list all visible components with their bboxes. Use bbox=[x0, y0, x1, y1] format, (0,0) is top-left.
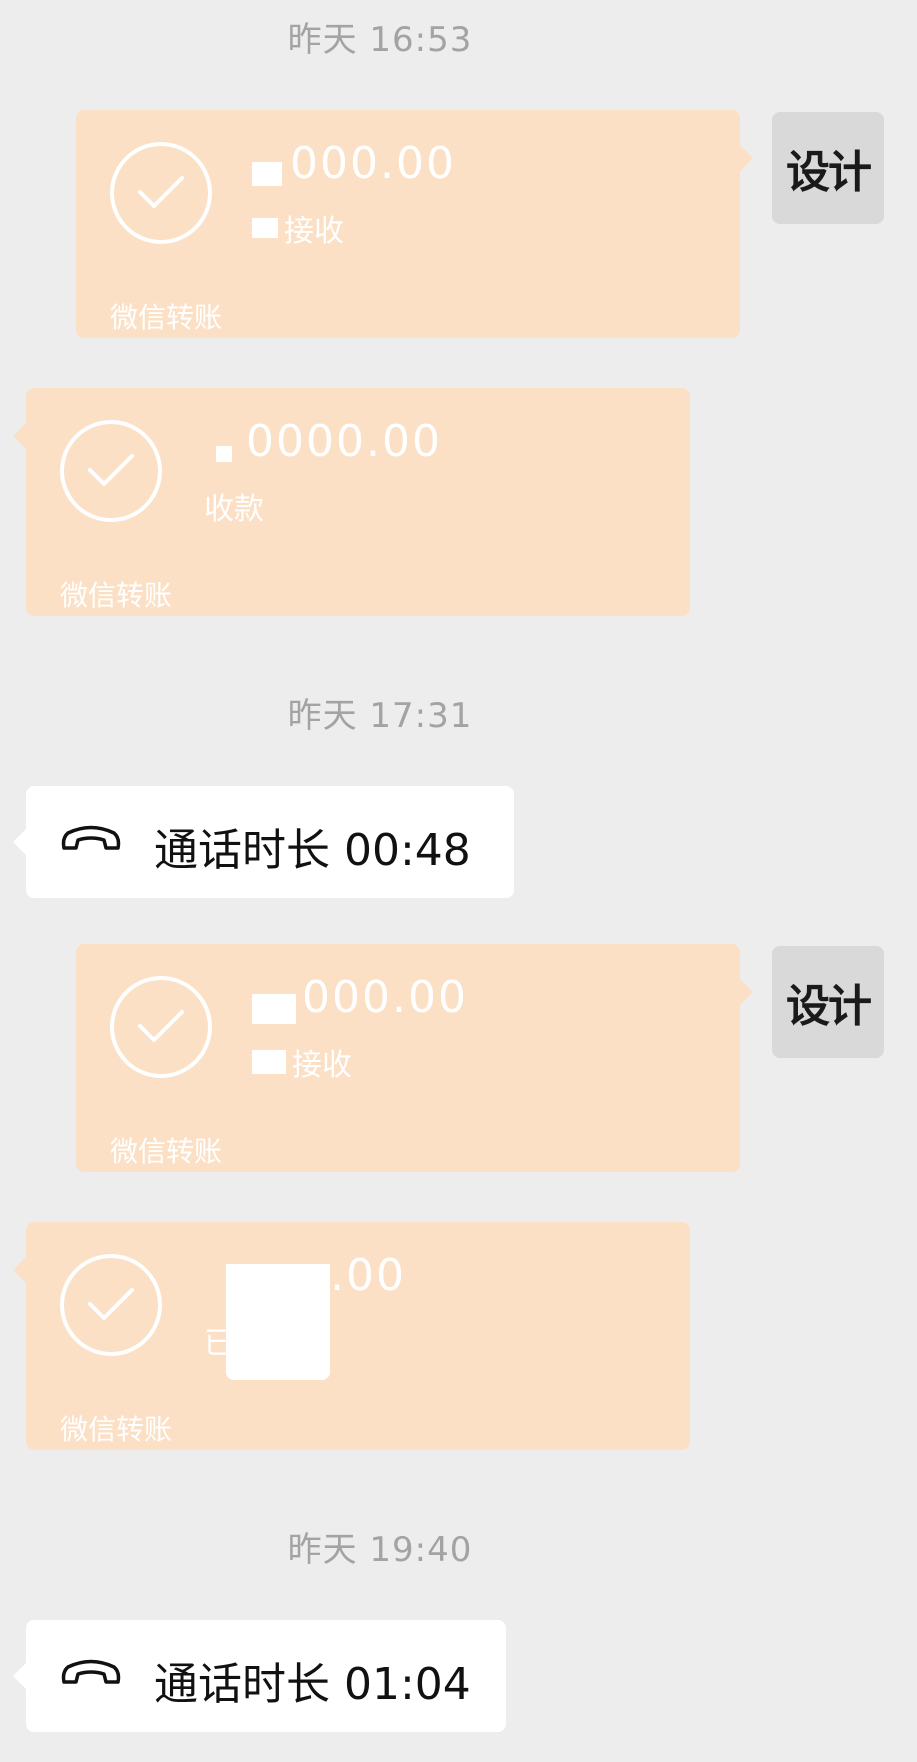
redaction-block bbox=[252, 1050, 286, 1074]
transfer-footer-label: 微信转账 bbox=[110, 301, 223, 334]
redaction-block bbox=[226, 1264, 330, 1380]
transfer-status: 已 bbox=[204, 1326, 234, 1361]
avatar[interactable]: 设计 bbox=[772, 112, 884, 224]
transfer-amount: 0000.00 bbox=[246, 416, 442, 467]
transfer-amount: 000.00 bbox=[302, 972, 468, 1023]
transfer-status: 接收 bbox=[284, 214, 344, 249]
transfer-footer-label: 微信转账 bbox=[60, 579, 173, 612]
transfer-bubble-sent[interactable]: 000.00 接收 微信转账 bbox=[76, 944, 753, 1172]
transfer-amount: .00 bbox=[330, 1250, 406, 1301]
transfer-status: 收款 bbox=[204, 492, 264, 527]
check-circle-icon bbox=[110, 976, 212, 1078]
check-circle-icon bbox=[60, 1254, 162, 1356]
phone-hangup-icon bbox=[61, 1659, 121, 1684]
redaction-block bbox=[252, 218, 278, 238]
call-duration-text: 通话时长 00:48 bbox=[154, 825, 471, 876]
transfer-footer-label: 微信转账 bbox=[110, 1135, 223, 1168]
transfer-bubble-sent[interactable]: 000.00 接收 微信转账 bbox=[76, 110, 753, 338]
check-circle-icon bbox=[110, 142, 212, 244]
call-bubble[interactable]: 通话时长 01:04 bbox=[13, 1620, 506, 1732]
check-circle-icon bbox=[60, 420, 162, 522]
timestamp: 昨天 17:31 bbox=[287, 696, 473, 736]
timestamp: 昨天 19:40 bbox=[287, 1530, 473, 1570]
timestamp: 昨天 16:53 bbox=[287, 20, 473, 60]
avatar[interactable]: 设计 bbox=[772, 946, 884, 1058]
redaction-block bbox=[252, 994, 296, 1024]
redaction-block bbox=[216, 446, 232, 462]
transfer-bubble-received[interactable]: 0000.00 收款 微信转账 bbox=[13, 388, 690, 616]
transfer-status: 接收 bbox=[292, 1048, 352, 1083]
transfer-bubble-received[interactable]: .00 已 微信转账 bbox=[13, 1222, 690, 1450]
phone-hangup-icon bbox=[61, 825, 121, 850]
call-duration-text: 通话时长 01:04 bbox=[154, 1659, 471, 1710]
transfer-amount: 000.00 bbox=[290, 138, 456, 189]
redaction-block bbox=[252, 162, 282, 186]
transfer-footer-label: 微信转账 bbox=[60, 1413, 173, 1446]
call-bubble[interactable]: 通话时长 00:48 bbox=[13, 786, 514, 898]
